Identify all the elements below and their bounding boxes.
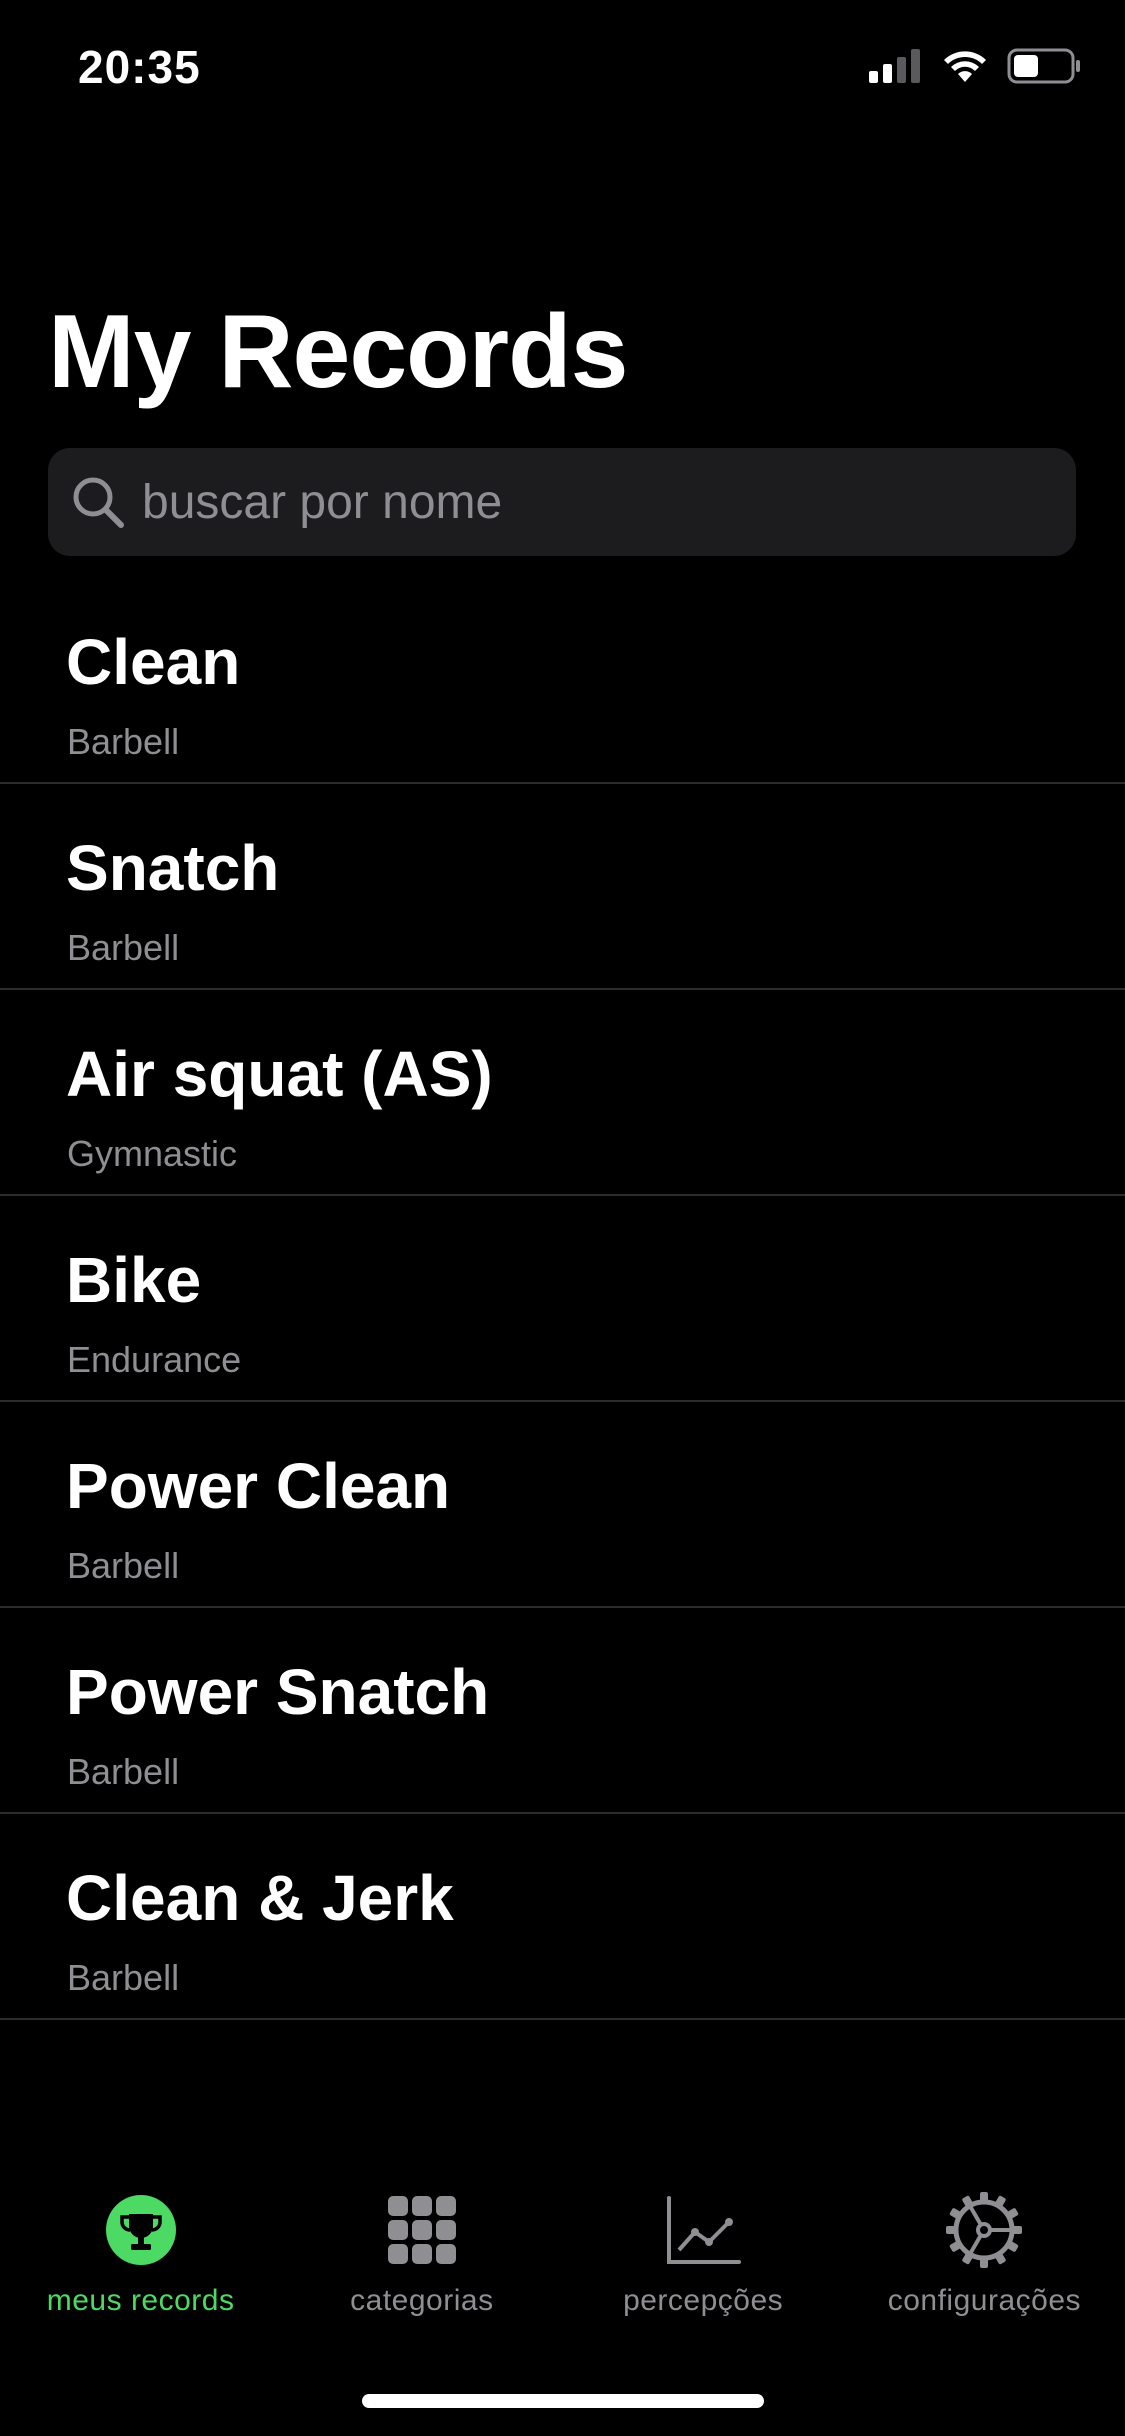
gear-icon [944, 2190, 1024, 2270]
home-indicator [362, 2394, 764, 2408]
list-item[interactable]: Clean Barbell [0, 578, 1125, 784]
record-category: Endurance [67, 1339, 242, 1380]
tab-bar: meus records categorias percepções confi… [0, 2190, 1125, 2350]
search-input[interactable] [140, 447, 1076, 557]
record-category: Barbell [67, 1751, 180, 1792]
record-name: Clean & Jerk [66, 1862, 454, 1934]
record-category: Barbell [67, 721, 180, 762]
page-title: My Records [48, 294, 629, 410]
grid-icon [382, 2190, 462, 2270]
trophy-icon [101, 2190, 181, 2270]
status-time: 20:35 [78, 41, 201, 93]
tab-meus-records[interactable]: meus records [0, 2190, 281, 2350]
list-item[interactable]: Power Snatch Barbell [0, 1608, 1125, 1814]
cellular-signal-icon [869, 49, 923, 88]
list-item[interactable]: Clean & Jerk Barbell [0, 1814, 1125, 2020]
record-name: Clean [66, 626, 241, 698]
record-name: Bike [66, 1244, 202, 1316]
record-name: Power Snatch [66, 1656, 490, 1728]
record-category: Barbell [67, 1545, 180, 1586]
list-item[interactable]: Power Clean Barbell [0, 1402, 1125, 1608]
record-category: Barbell [67, 1957, 180, 1998]
record-category: Barbell [67, 927, 180, 968]
list-item[interactable]: Snatch Barbell [0, 784, 1125, 990]
status-bar: 20:35 [0, 0, 1125, 132]
records-list: Clean Barbell Snatch Barbell Air squat (… [0, 578, 1125, 2020]
record-category: Gymnastic [67, 1133, 238, 1174]
tab-label: meus records [46, 2284, 235, 2317]
chart-icon [663, 2190, 743, 2270]
battery-icon [1007, 48, 1083, 89]
list-item[interactable]: Bike Endurance [0, 1196, 1125, 1402]
list-item[interactable]: Air squat (AS) Gymnastic [0, 990, 1125, 1196]
tab-label: configurações [887, 2284, 1082, 2317]
record-name: Air squat (AS) [66, 1038, 493, 1110]
search-icon [68, 472, 128, 532]
tab-configuracoes[interactable]: configurações [844, 2190, 1125, 2350]
record-name: Snatch [66, 832, 280, 904]
tab-label: categorias [350, 2284, 494, 2317]
tab-label: percepções [623, 2284, 784, 2317]
wifi-icon [941, 48, 989, 89]
search-bar[interactable] [48, 447, 1076, 557]
tab-percepcoes[interactable]: percepções [563, 2190, 844, 2350]
status-icons [869, 48, 1083, 89]
tab-categorias[interactable]: categorias [281, 2190, 562, 2350]
record-name: Power Clean [66, 1450, 451, 1522]
